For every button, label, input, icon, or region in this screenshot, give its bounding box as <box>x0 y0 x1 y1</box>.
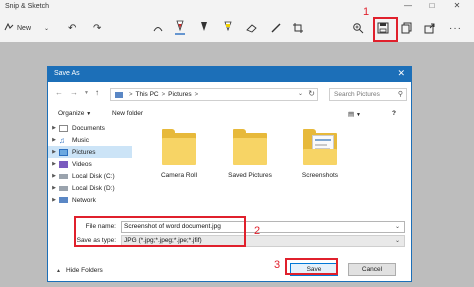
folder-icon <box>162 129 196 165</box>
expand-chevron-icon[interactable]: ▶ <box>49 173 59 179</box>
filename-dropdown-icon[interactable]: ⌄ <box>395 222 400 232</box>
folder-saved-pictures[interactable]: Saved Pictures <box>220 123 280 179</box>
annotation-number-2: 2 <box>254 225 261 237</box>
command-bar: Organize ▼ New folder ▤ ▼ ? <box>48 106 411 122</box>
tree-item-local-disk-c[interactable]: ▶ Local Disk (C:) <box>48 170 132 182</box>
organize-label: Organize <box>58 110 85 117</box>
network-icon <box>59 197 68 203</box>
more-options-icon[interactable]: ··· <box>449 19 462 37</box>
toolbar: New ⌄ ↶ ↷ ··· <box>0 14 474 42</box>
expand-chevron-icon[interactable]: ▶ <box>49 149 59 155</box>
maximize-icon[interactable]: □ <box>421 1 443 10</box>
pc-icon <box>115 91 123 98</box>
folder-with-thumbnail-icon <box>303 129 337 165</box>
hide-folders-toggle[interactable]: ▲ Hide Folders <box>56 267 103 274</box>
drive-icon <box>59 173 68 179</box>
address-bar[interactable]: > This PC > Pictures > ⌄ ↻ <box>110 88 318 101</box>
expand-chevron-icon[interactable]: ▶ <box>49 197 59 203</box>
cancel-button[interactable]: Cancel <box>348 263 396 276</box>
title-bar: Snip & Sketch — □ ✕ <box>0 0 474 14</box>
view-options-icon[interactable]: ▤ ▼ <box>348 110 361 118</box>
expand-chevron-icon[interactable]: ▶ <box>49 185 59 191</box>
eraser-icon[interactable] <box>246 19 258 37</box>
dialog-footer: ▲ Hide Folders Save Cancel <box>48 260 411 282</box>
folder-label: Screenshots <box>301 172 339 179</box>
new-button-label: New <box>17 24 32 32</box>
new-dropdown-icon[interactable]: ⌄ <box>44 19 49 37</box>
close-window-icon[interactable]: ✕ <box>446 1 468 10</box>
dialog-close-icon[interactable]: ✕ <box>397 68 405 79</box>
folder-camera-roll[interactable]: Camera Roll <box>149 123 209 179</box>
expand-chevron-icon[interactable]: ▶ <box>49 161 59 167</box>
dialog-title: Save As <box>54 70 80 77</box>
share-icon[interactable] <box>424 19 436 37</box>
address-segment-this-pc[interactable]: This PC <box>136 91 159 98</box>
annotation-box-save-button <box>285 258 338 275</box>
folder-screenshots[interactable]: Screenshots <box>290 123 350 179</box>
tree-item-pictures[interactable]: ▶ Pictures <box>48 146 132 158</box>
copy-icon[interactable] <box>401 19 413 37</box>
zoom-icon[interactable] <box>352 19 364 37</box>
pictures-icon <box>59 148 68 156</box>
highlighter-icon[interactable] <box>222 19 234 37</box>
tree-item-music[interactable]: ▶ ♫ Music <box>48 134 132 146</box>
recent-locations-icon[interactable]: ▼ <box>84 90 89 96</box>
documents-icon <box>59 124 68 132</box>
address-dropdown-icon[interactable]: ⌄ <box>298 90 303 97</box>
refresh-icon[interactable]: ↻ <box>308 89 315 98</box>
undo-icon[interactable]: ↶ <box>68 19 76 37</box>
music-icon: ♫ <box>59 135 65 145</box>
expand-chevron-icon[interactable]: ▶ <box>49 125 59 131</box>
ruler-icon[interactable] <box>270 19 282 37</box>
search-icon: ⚲ <box>397 91 403 98</box>
pencil-icon[interactable] <box>198 19 210 37</box>
new-button[interactable]: New <box>4 19 31 37</box>
folder-label: Camera Roll <box>160 172 198 179</box>
hide-folders-label: Hide Folders <box>65 267 103 274</box>
drive-icon <box>59 185 68 191</box>
navigation-row: ← → ▼ ↑ > This PC > Pictures > ⌄ ↻ Searc… <box>48 82 411 106</box>
annotation-box-filename <box>74 216 246 247</box>
tree-item-documents[interactable]: ▶ Documents <box>48 122 132 134</box>
help-icon[interactable]: ? <box>392 110 396 117</box>
navigation-tree: ▶ Documents ▶ ♫ Music ▶ Pictures ▶ Video… <box>48 122 132 206</box>
address-segment-pictures[interactable]: Pictures <box>168 91 191 98</box>
collapse-caret-icon: ▲ <box>56 267 61 274</box>
dialog-title-bar: Save As ✕ <box>48 67 411 82</box>
new-folder-button[interactable]: New folder <box>112 110 143 117</box>
savetype-dropdown-icon[interactable]: ⌄ <box>395 236 400 246</box>
folder-icon <box>233 129 267 165</box>
search-placeholder: Search Pictures <box>334 91 380 98</box>
annotation-number-1: 1 <box>363 6 370 18</box>
forward-arrow-icon[interactable]: → <box>70 88 78 97</box>
minimize-icon[interactable]: — <box>397 1 419 10</box>
tree-item-network[interactable]: ▶ Network <box>48 194 132 206</box>
touch-writing-icon[interactable] <box>152 19 164 37</box>
tree-item-videos[interactable]: ▶ Videos <box>48 158 132 170</box>
search-input[interactable]: Search Pictures ⚲ <box>329 88 407 101</box>
annotation-number-3: 3 <box>274 259 281 271</box>
new-snip-icon <box>4 22 14 35</box>
annotation-box-save <box>373 17 398 42</box>
up-arrow-icon[interactable]: ↑ <box>95 88 99 97</box>
file-list: Camera Roll Saved Pictures Screenshots <box>138 123 408 203</box>
tree-item-local-disk-d[interactable]: ▶ Local Disk (D:) <box>48 182 132 194</box>
expand-chevron-icon[interactable]: ▶ <box>49 137 59 143</box>
save-as-dialog: Save As ✕ ← → ▼ ↑ > This PC > Pictures >… <box>47 66 412 282</box>
ballpoint-pen-icon[interactable] <box>174 19 186 37</box>
app-title: Snip & Sketch <box>5 3 49 10</box>
organize-button[interactable]: Organize ▼ <box>58 110 91 117</box>
videos-icon <box>59 160 68 168</box>
redo-icon[interactable]: ↷ <box>93 19 101 37</box>
crop-icon[interactable] <box>292 19 304 37</box>
folder-label: Saved Pictures <box>228 172 272 179</box>
back-arrow-icon[interactable]: ← <box>55 88 63 97</box>
